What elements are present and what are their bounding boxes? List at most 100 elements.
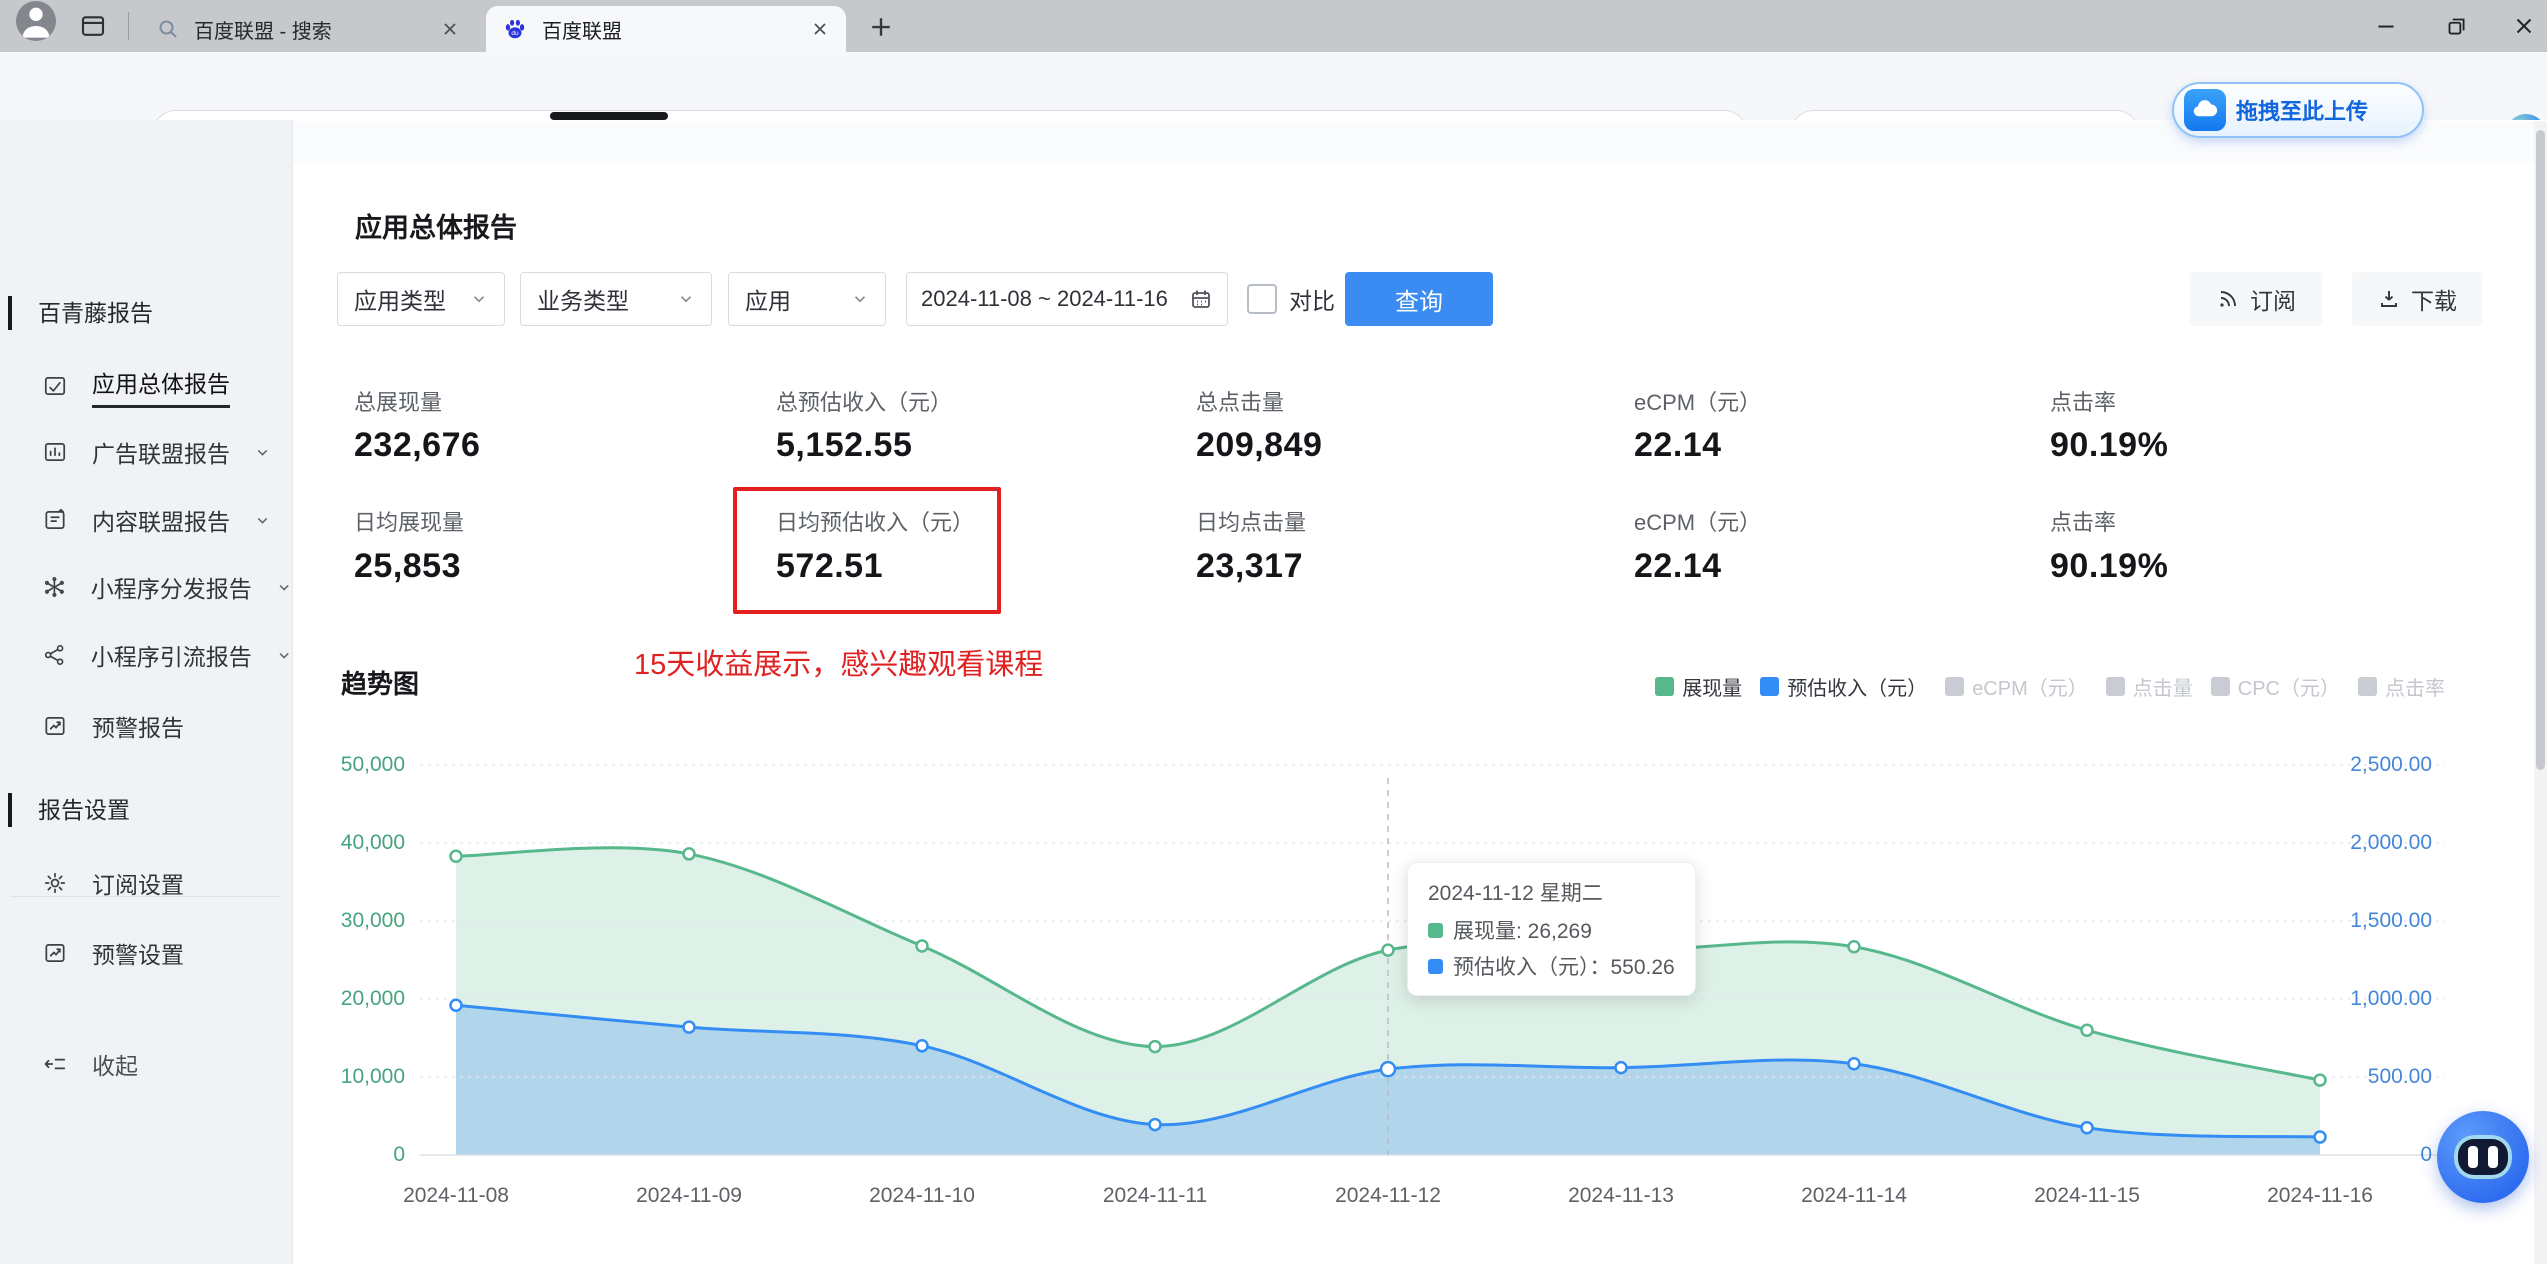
subscribe-button[interactable]: 订阅: [2190, 272, 2322, 326]
compare-checkbox[interactable]: [1247, 284, 1277, 314]
chart-tooltip: 2024-11-12 星期二 展现量: 26,269 预估收入（元）：550.26: [1407, 862, 1696, 996]
close-tab-icon[interactable]: [440, 19, 460, 39]
screen: 百度联盟 - 搜索 du 百度联盟 拖拽至此上传 百青藤报告 应用总体报告 广告…: [0, 0, 2547, 1264]
download-button[interactable]: 下载: [2352, 272, 2482, 326]
sidebar-item-4[interactable]: 小程序引流报告: [0, 622, 292, 688]
x-axis-tick: 2024-11-12: [1335, 1184, 1441, 1207]
right-axis-tick: 1,500.00: [2350, 909, 2432, 932]
app-value: 应用: [745, 288, 791, 314]
browser-toolbar: https://union.baidu.com/bqt/appco.html#/…: [0, 52, 2547, 158]
window-restore-button[interactable]: [2438, 8, 2474, 44]
sidebar-item-1[interactable]: 广告联盟报告: [0, 419, 292, 485]
sidebar-item-label: 预警设置: [92, 942, 184, 968]
stat-value: 90.19%: [2050, 426, 2169, 464]
stat-label: 日均点击量: [1196, 510, 1307, 535]
svg-text:du: du: [511, 30, 519, 37]
legend-item-3[interactable]: 点击量: [2105, 672, 2193, 701]
sidebar-collapse-button[interactable]: 收起: [0, 1031, 292, 1097]
browser-tab-strip: 百度联盟 - 搜索 du 百度联盟: [0, 0, 2547, 52]
browser-tab-active[interactable]: du 百度联盟: [486, 6, 846, 52]
compare-label: 对比: [1289, 288, 1335, 314]
assistant-robot-button[interactable]: [2437, 1111, 2529, 1203]
tab-title: 百度联盟: [542, 20, 622, 43]
window-close-button[interactable]: [2506, 8, 2542, 44]
mini-traffic-icon: [44, 644, 64, 666]
right-axis-tick: 2,500.00: [2350, 753, 2432, 776]
chart-title: 趋势图: [341, 669, 420, 699]
stat-value: 5,152.55: [776, 426, 913, 464]
sidebar-item-3[interactable]: 小程序分发报告: [0, 554, 292, 620]
legend-swatch: [1655, 676, 1675, 696]
legend-swatch: [2358, 676, 2377, 696]
close-tab-icon[interactable]: [810, 19, 830, 39]
x-axis-tick: 2024-11-09: [636, 1184, 742, 1207]
legend-item-4[interactable]: CPC（元）: [2210, 672, 2340, 701]
page-title: 应用总体报告: [355, 213, 517, 243]
page-scrollbar-thumb[interactable]: [2536, 130, 2545, 770]
right-axis-tick: 500.00: [2367, 1065, 2432, 1088]
baidu-paw-icon: du: [502, 16, 528, 42]
right-axis-tick: 1,000.00: [2350, 987, 2432, 1010]
workspaces-icon[interactable]: [78, 11, 108, 41]
stat-label: eCPM（元）: [1634, 510, 1762, 535]
legend-label: eCPM（元）: [1972, 677, 2088, 700]
stat-value: 25,853: [354, 547, 461, 585]
app-select[interactable]: 应用: [728, 272, 886, 326]
stat-value: 209,849: [1196, 426, 1323, 464]
stat-label: 点击率: [2050, 510, 2117, 535]
sidebar-item-10[interactable]: 订阅设置: [0, 850, 292, 916]
left-axis-tick: 0: [393, 1143, 405, 1166]
chevron-down-icon: [279, 652, 289, 659]
chevron-down-icon: [257, 449, 268, 456]
sidebar-item-11[interactable]: 预警设置: [0, 920, 292, 986]
subscribe-label: 订阅: [2250, 288, 2296, 314]
tab-divider: [128, 12, 129, 40]
download-icon: [2381, 291, 2397, 307]
mini-dispatch-icon: [44, 576, 64, 598]
legend-item-2[interactable]: eCPM（元）: [1945, 672, 2088, 701]
new-tab-button[interactable]: [866, 12, 896, 42]
tab-activity-indicator: [550, 112, 668, 120]
x-axis-tick: 2024-11-10: [869, 1184, 975, 1207]
group-bar: [8, 793, 12, 827]
x-axis-tick: 2024-11-14: [1801, 1184, 1907, 1207]
app-type-select[interactable]: 应用类型: [337, 272, 505, 326]
business-type-select[interactable]: 业务类型: [520, 272, 712, 326]
chevron-down-icon: [680, 296, 692, 303]
browser-profile-avatar[interactable]: [16, 1, 56, 41]
netdisk-upload-badge[interactable]: 拖拽至此上传: [2172, 82, 2424, 138]
stat-label: 点击率: [2050, 390, 2117, 415]
browser-tab-inactive[interactable]: 百度联盟 - 搜索: [140, 6, 476, 52]
query-button[interactable]: 查询: [1345, 272, 1493, 326]
stat-label: eCPM（元）: [1634, 390, 1762, 415]
left-axis-tick: 50,000: [340, 753, 405, 776]
upload-badge-label: 拖拽至此上传: [2236, 99, 2369, 124]
legend-label: 点击率: [2385, 677, 2445, 700]
x-axis-tick: 2024-11-11: [1102, 1184, 1208, 1207]
group-bar: [8, 296, 12, 330]
search-icon: [156, 17, 180, 41]
chart-legend: 展现量 预估收入（元） eCPM（元） 点击量 CPC（元） 点击率: [1650, 672, 2445, 700]
sidebar-item-5[interactable]: 预警报告: [0, 693, 292, 759]
stat-label: 日均展现量: [354, 510, 465, 535]
left-axis-tick: 40,000: [340, 831, 405, 854]
legend-swatch: [2105, 676, 2125, 696]
legend-item-0[interactable]: 展现量: [1655, 672, 1742, 701]
sidebar-item-label: 订阅设置: [92, 872, 184, 898]
legend-item-5[interactable]: 点击率: [2358, 672, 2445, 701]
date-range-input[interactable]: 2024-11-08 ~ 2024-11-16: [906, 272, 1228, 326]
sidebar-item-2[interactable]: 内容联盟报告: [0, 487, 292, 553]
rss-icon: [2220, 291, 2236, 307]
sidebar-item-label: 广告联盟报告: [92, 441, 230, 467]
x-axis-tick: 2024-11-08: [403, 1184, 509, 1207]
stat-value: 23,317: [1196, 547, 1303, 585]
red-annotation: 15天收益展示，感兴趣观看课程: [634, 649, 1044, 681]
stat-value: 232,676: [354, 426, 481, 464]
content-report-icon: [45, 508, 65, 529]
window-minimize-button[interactable]: [2368, 8, 2404, 44]
chevron-down-icon: [257, 517, 268, 524]
legend-item-1[interactable]: 预估收入（元）: [1760, 672, 1927, 701]
stat-label: 总点击量: [1196, 390, 1285, 415]
left-axis-tick: 20,000: [340, 987, 405, 1010]
sidebar-item-0[interactable]: 应用总体报告: [0, 353, 292, 419]
